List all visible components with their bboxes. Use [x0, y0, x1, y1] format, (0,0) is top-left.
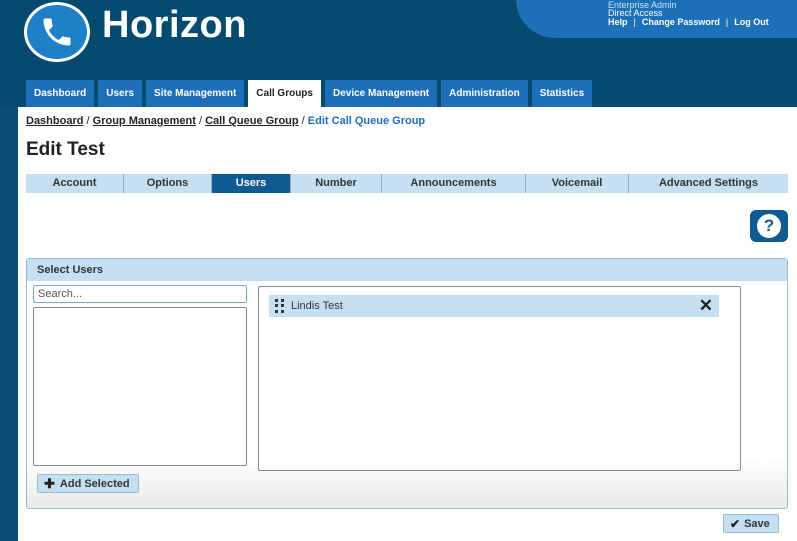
breadcrumb-call-queue-group[interactable]: Call Queue Group [205, 115, 299, 127]
subtab-number[interactable]: Number [291, 174, 382, 193]
breadcrumb-dashboard[interactable]: Dashboard [26, 115, 83, 127]
nav-tab-device-management[interactable]: Device Management [324, 80, 438, 107]
add-selected-button[interactable]: ✚ Add Selected [37, 474, 139, 493]
help-button[interactable]: ? [750, 210, 788, 242]
nav-tab-site-management[interactable]: Site Management [146, 80, 245, 107]
question-icon: ? [757, 214, 781, 238]
breadcrumb-separator: / [298, 115, 308, 127]
save-label: Save [744, 517, 770, 530]
header: Horizon Enterprise Admin Direct Access H… [0, 0, 797, 107]
save-button[interactable]: ✔ Save [723, 514, 779, 533]
help-link[interactable]: Help [608, 17, 628, 27]
selected-user-item[interactable]: Lindis Test ✕ [269, 295, 719, 317]
add-selected-label: Add Selected [59, 477, 130, 490]
subtab-options[interactable]: Options [124, 174, 212, 193]
nav-tab-users[interactable]: Users [98, 80, 143, 107]
main-nav: Dashboard Users Site Management Call Gro… [26, 80, 593, 107]
breadcrumb: Dashboard / Group Management / Call Queu… [26, 115, 425, 127]
app-logo-text: Horizon [102, 4, 247, 46]
subtab-announcements[interactable]: Announcements [382, 174, 526, 193]
breadcrumb-separator: / [83, 115, 93, 127]
phone-logo-icon [24, 2, 90, 62]
main-content: Dashboard / Group Management / Call Queu… [18, 107, 797, 541]
breadcrumb-current: Edit Call Queue Group [307, 115, 426, 127]
selected-users-list[interactable]: Lindis Test ✕ [258, 286, 741, 471]
subtab-advanced-settings[interactable]: Advanced Settings [629, 174, 788, 193]
nav-tab-dashboard[interactable]: Dashboard [26, 80, 95, 107]
link-separator: | [725, 17, 729, 27]
breadcrumb-group-management[interactable]: Group Management [93, 115, 196, 127]
nav-tab-statistics[interactable]: Statistics [531, 80, 593, 107]
subtab-users[interactable]: Users [212, 174, 291, 193]
breadcrumb-separator: / [195, 115, 206, 127]
user-search-input[interactable] [33, 285, 247, 303]
select-users-panel: Select Users Lindis Test ✕ ✚ Add Selecte… [26, 258, 788, 509]
subtab-account[interactable]: Account [26, 174, 124, 193]
nav-tab-administration[interactable]: Administration [441, 80, 528, 107]
selected-user-name: Lindis Test [291, 300, 343, 312]
subtab-bar: Account Options Users Number Announcemen… [26, 174, 788, 193]
subtab-voicemail[interactable]: Voicemail [526, 174, 629, 193]
nav-tab-call-groups[interactable]: Call Groups [248, 80, 321, 107]
link-separator: | [633, 17, 636, 27]
page-title: Edit Test [26, 139, 105, 160]
user-panel: Enterprise Admin Direct Access Help | Chan… [516, 0, 797, 38]
checkmark-icon: ✔ [730, 516, 741, 531]
available-users-list[interactable] [33, 307, 247, 466]
remove-user-icon[interactable]: ✕ [699, 296, 713, 316]
change-password-link[interactable]: Change Password [642, 17, 720, 27]
plus-icon: ✚ [44, 475, 55, 491]
logout-link[interactable]: Log Out [734, 17, 769, 27]
user-links: Help | Change Password | Log Out [608, 17, 769, 27]
select-users-heading: Select Users [27, 259, 787, 281]
drag-handle-icon[interactable] [275, 299, 285, 313]
